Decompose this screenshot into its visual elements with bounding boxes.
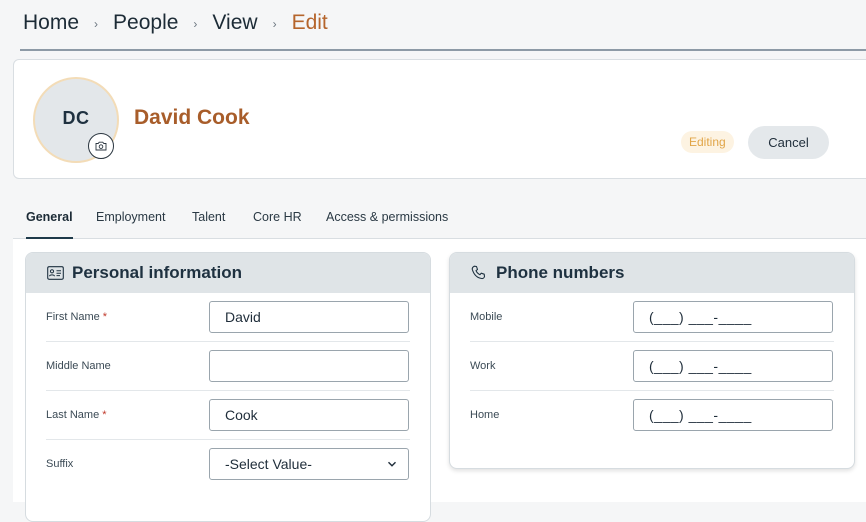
panel-title: Personal information [72,263,243,282]
status-badge: Editing [681,131,734,153]
form-row-home: Home [470,391,834,439]
breadcrumb-people[interactable]: People [113,11,178,35]
home-label: Home [470,409,500,421]
form-row-first-name: First Name * [46,293,410,342]
mobile-label: Mobile [470,311,503,323]
first-name-field[interactable] [209,301,409,333]
avatar-initials: DC [62,107,90,128]
middle-name-label: Middle Name [46,360,111,372]
form-row-work: Work [470,342,834,391]
chevron-right-icon: › [193,17,198,31]
breadcrumb: Home › People › View › Edit [23,9,328,37]
tab-employment[interactable]: Employment [96,208,165,237]
person-name: David Cook [134,106,250,129]
id-card-icon [46,264,64,282]
last-name-field[interactable] [209,399,409,431]
middle-name-field[interactable] [209,350,409,382]
panel-header: Phone numbers [450,253,854,293]
chevron-right-icon: › [272,17,277,31]
first-name-label: First Name * [46,311,108,323]
required-marker: * [102,409,107,421]
form-row-suffix: Suffix -Select Value- [46,440,410,488]
breadcrumb-home[interactable]: Home [23,11,79,35]
panel-header: Personal information [26,253,430,293]
suffix-select[interactable]: -Select Value- [209,448,409,480]
change-photo-button[interactable] [88,133,114,159]
work-phone-field[interactable] [633,350,833,382]
work-label: Work [470,360,496,372]
breadcrumb-view[interactable]: View [212,11,257,35]
last-name-label: Last Name * [46,409,107,421]
breadcrumb-divider [20,49,866,51]
phone-icon [470,264,488,282]
breadcrumb-edit: Edit [291,11,328,34]
profile-header-card: DC David Cook Editing Cancel [13,59,866,179]
form-row-middle-name: Middle Name [46,342,410,391]
home-phone-field[interactable] [633,399,833,431]
suffix-select-value: -Select Value- [225,456,312,472]
required-marker: * [102,311,108,323]
phone-numbers-panel: Phone numbers Mobile Work Home [449,252,855,469]
profile-tabs: General Employment Talent Core HR Access… [13,208,866,239]
personal-information-panel: Personal information First Name* Middle … [25,252,431,522]
tab-talent[interactable]: Talent [192,208,225,237]
form-row-mobile: Mobile [470,293,834,342]
camera-icon [95,141,107,151]
chevron-down-icon [388,461,396,467]
panel-title: Phone numbers [496,263,625,282]
chevron-right-icon: › [94,17,99,31]
suffix-label: Suffix [46,458,74,470]
tab-core-hr[interactable]: Core HR [253,208,302,237]
tab-general[interactable]: General [26,208,73,239]
mobile-phone-field[interactable] [633,301,833,333]
cancel-button[interactable]: Cancel [748,126,829,159]
tab-access-permissions[interactable]: Access & permissions [326,208,448,237]
form-row-last-name: Last Name * [46,391,410,440]
